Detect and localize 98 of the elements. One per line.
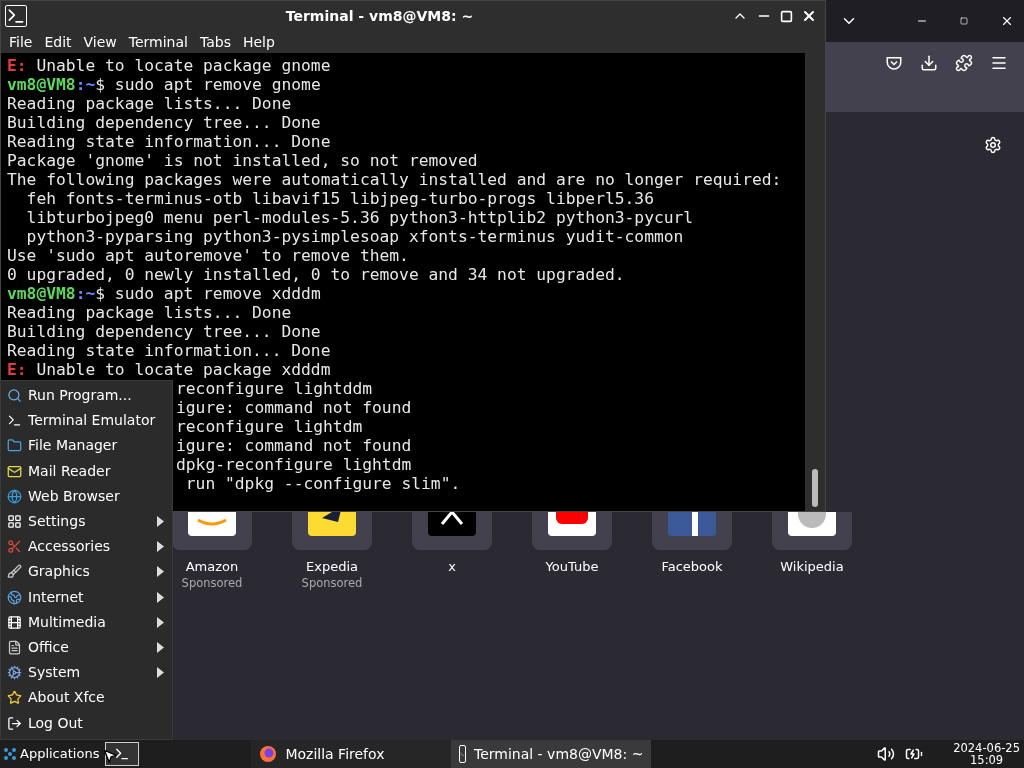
menu-item[interactable]: File xyxy=(5,31,37,53)
terminal-line: Building dependency tree... Done xyxy=(7,113,322,132)
menu-entry[interactable]: Terminal Emulator xyxy=(1,408,172,434)
menu-entry[interactable]: Run Program... xyxy=(1,383,172,409)
terminal-line: run "dpkg --configure slim". xyxy=(184,474,462,493)
menu-item[interactable]: Help xyxy=(238,31,279,53)
terminal-line: Package 'gnome' is not installed, so not removed xyxy=(7,151,479,170)
terminal-line: Reading state information... Done xyxy=(7,341,332,360)
submenu-arrow-icon xyxy=(157,566,164,578)
terminal-line: reconfigure lightddm xyxy=(176,379,374,398)
shortcut-label: Amazon xyxy=(185,559,239,575)
globe-icon xyxy=(7,589,22,605)
submenu-arrow-icon xyxy=(157,541,164,553)
brush-icon xyxy=(7,564,22,580)
menu-item[interactable]: Edit xyxy=(40,31,76,53)
shortcut-label: Expedia xyxy=(306,559,358,575)
settings-icon[interactable] xyxy=(984,136,1002,154)
folder-icon xyxy=(7,438,22,454)
terminal-line: reconfigure lightdm xyxy=(176,417,364,436)
menu-entry[interactable]: Accessories xyxy=(1,534,172,560)
submenu-arrow-icon xyxy=(157,516,164,528)
shortcut-tile[interactable] xyxy=(532,512,612,550)
pocket-icon[interactable] xyxy=(885,54,903,72)
envelope-icon xyxy=(7,463,22,479)
terminal-line: feh fonts-terminus-otb libavif15 libjpeg-turbo-progs libperl5.36 xyxy=(25,189,655,208)
maximize-icon[interactable] xyxy=(780,9,793,23)
terminal-line: igure: command not found xyxy=(176,436,413,455)
task-button[interactable]: Mozilla Firefox xyxy=(251,740,452,768)
menu-entry[interactable]: Multimedia xyxy=(1,609,172,635)
terminal-line: igure: command not found xyxy=(176,398,413,417)
download-icon[interactable] xyxy=(920,54,938,72)
sponsored-label: Sponsored xyxy=(301,575,363,591)
menu-entry[interactable]: Graphics xyxy=(1,559,172,585)
shortcut-label: x xyxy=(448,559,456,575)
mouse-cursor-icon xyxy=(102,748,118,764)
terminal-line: Reading package lists... Done xyxy=(7,94,293,113)
menu-item[interactable]: View xyxy=(79,31,121,53)
menu-entry[interactable]: Settings xyxy=(1,508,172,535)
search-icon xyxy=(7,388,22,404)
terminal-line: Use 'sudo apt autoremove' to remove them. xyxy=(7,246,410,265)
star-icon xyxy=(7,690,22,706)
shortcut-tile[interactable] xyxy=(652,512,732,550)
terminal-line: python3-pyparsing python3-pysimplesoap xfonts-terminus yudit-common xyxy=(25,227,685,246)
terminal-line: E: Unable to locate package xdddm xyxy=(7,360,332,379)
firefox-icon xyxy=(259,745,278,763)
grid-icon xyxy=(7,514,22,530)
window-title: Terminal - vm8@VM8: ~ xyxy=(284,6,475,26)
launcher-button[interactable] xyxy=(105,742,140,766)
gear-icon xyxy=(7,665,22,681)
terminal-line: dpkg-reconfigure lightdm xyxy=(176,455,413,474)
globe-icon xyxy=(7,488,22,504)
menu-icon[interactable] xyxy=(990,54,1008,72)
menu-entry[interactable]: Log Out xyxy=(1,710,172,736)
terminal-line: 0 upgraded, 0 newly installed, 0 to remove and 34 not upgraded. xyxy=(7,265,626,284)
menu-entry[interactable]: Internet xyxy=(1,584,172,610)
terminal-line: The following packages were automatically installed and are no longer required: xyxy=(7,170,783,189)
terminal-line: Building dependency tree... Done xyxy=(7,322,322,341)
shortcut-label: YouTube xyxy=(545,559,599,575)
film-icon xyxy=(7,614,22,630)
close-icon[interactable] xyxy=(1000,14,1014,28)
shortcut-label: Facebook xyxy=(661,559,723,575)
mouse-logo-icon xyxy=(4,748,16,760)
terminal-line: E: Unable to locate package gnome xyxy=(7,56,332,75)
terminal-line: Reading state information... Done xyxy=(7,132,332,151)
submenu-arrow-icon xyxy=(157,591,164,603)
menu-entry[interactable]: File Manager xyxy=(1,433,172,459)
shortcut-tile[interactable] xyxy=(172,512,252,550)
terminal-line: vm8@VM8:~$ sudo apt remove gnome xyxy=(7,75,322,94)
close-icon[interactable] xyxy=(801,8,817,24)
terminal-line: Reading package lists... Done xyxy=(7,303,293,322)
terminal-line: libturbojpeg0 menu perl-modules-5.36 python3-httplib2 python3-pycurl xyxy=(25,208,695,227)
menu-entry[interactable]: Mail Reader xyxy=(1,458,172,484)
shortcut-label: Wikipedia xyxy=(780,559,844,575)
submenu-arrow-icon xyxy=(157,641,164,653)
scrollbar-thumb[interactable] xyxy=(812,469,818,507)
menu-entry[interactable]: Web Browser xyxy=(1,483,172,509)
scissors-icon xyxy=(7,539,22,555)
menu-item[interactable]: Terminal xyxy=(124,31,192,53)
terminal-line: vm8@VM8:~$ sudo apt remove xdddm xyxy=(7,284,322,303)
task-button[interactable]: Terminal - vm8@VM8: ~ xyxy=(451,740,652,768)
volume-icon[interactable] xyxy=(877,745,896,763)
menu-entry[interactable]: Office xyxy=(1,634,172,661)
menu-entry[interactable]: About Xfce xyxy=(1,685,172,711)
submenu-arrow-icon xyxy=(157,667,164,679)
shortcut-tile[interactable] xyxy=(772,512,852,550)
submenu-arrow-icon xyxy=(157,616,164,628)
maximize-icon[interactable] xyxy=(960,17,968,25)
sponsored-label: Sponsored xyxy=(181,575,243,591)
time-text: 15:09 xyxy=(970,754,1004,766)
applications-button[interactable]: Applications xyxy=(0,740,106,768)
menu-item[interactable]: Tabs xyxy=(195,31,235,53)
shortcut-tile[interactable] xyxy=(292,512,372,550)
logout-icon xyxy=(7,715,22,731)
document-icon xyxy=(7,639,22,655)
puzzle-icon[interactable] xyxy=(955,54,973,72)
menu-entry[interactable]: System xyxy=(1,660,172,686)
date-text: 2024-06-25 xyxy=(953,742,1020,754)
shortcut-tile[interactable] xyxy=(412,512,492,550)
